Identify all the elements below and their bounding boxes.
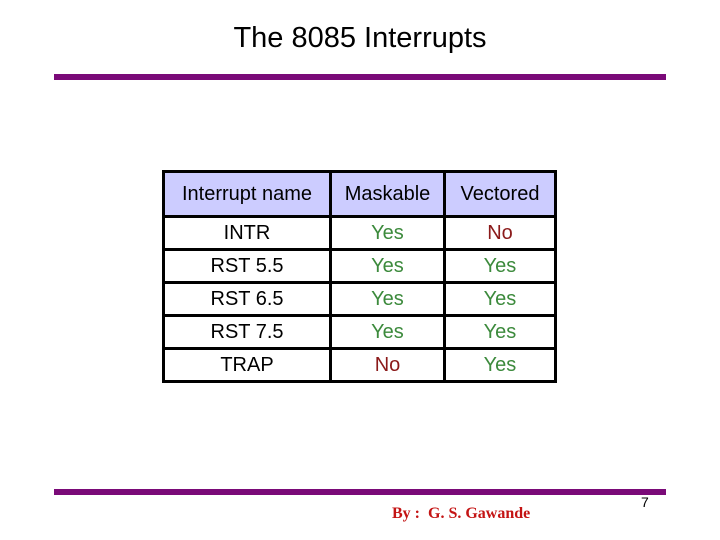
title-divider (54, 74, 666, 80)
table-header-row: Interrupt name Maskable Vectored (162, 170, 557, 218)
maskable-cell: No (329, 347, 446, 383)
slide-title: The 8085 Interrupts (233, 22, 487, 54)
vectored-cell: Yes (443, 347, 557, 383)
author-credit: By : G. S. Gawande (392, 505, 531, 522)
vectored-cell: Yes (443, 314, 557, 350)
maskable-cell: Yes (329, 215, 446, 251)
table-row: RST 7.5 Yes Yes (162, 314, 557, 350)
table-row: TRAP No Yes (162, 347, 557, 383)
interrupt-name-cell: RST 7.5 (162, 314, 332, 350)
maskable-cell: Yes (329, 314, 446, 350)
header-vectored: Vectored (443, 170, 557, 218)
maskable-cell: Yes (329, 248, 446, 284)
interrupt-name-cell: RST 5.5 (162, 248, 332, 284)
footer-divider (54, 489, 666, 495)
table-row: RST 5.5 Yes Yes (162, 248, 557, 284)
maskable-cell: Yes (329, 281, 446, 317)
vectored-cell: Yes (443, 281, 557, 317)
interrupt-name-cell: RST 6.5 (162, 281, 332, 317)
header-interrupt-name: Interrupt name (162, 170, 332, 218)
interrupt-name-cell: TRAP (162, 347, 332, 383)
page-number: 7 (641, 494, 649, 510)
interrupts-table: Interrupt name Maskable Vectored INTR Yes… (162, 170, 557, 383)
header-maskable: Maskable (329, 170, 446, 218)
table-row: RST 6.5 Yes Yes (162, 281, 557, 317)
table-row: INTR Yes No (162, 215, 557, 251)
vectored-cell: Yes (443, 248, 557, 284)
vectored-cell: No (443, 215, 557, 251)
interrupt-name-cell: INTR (162, 215, 332, 251)
